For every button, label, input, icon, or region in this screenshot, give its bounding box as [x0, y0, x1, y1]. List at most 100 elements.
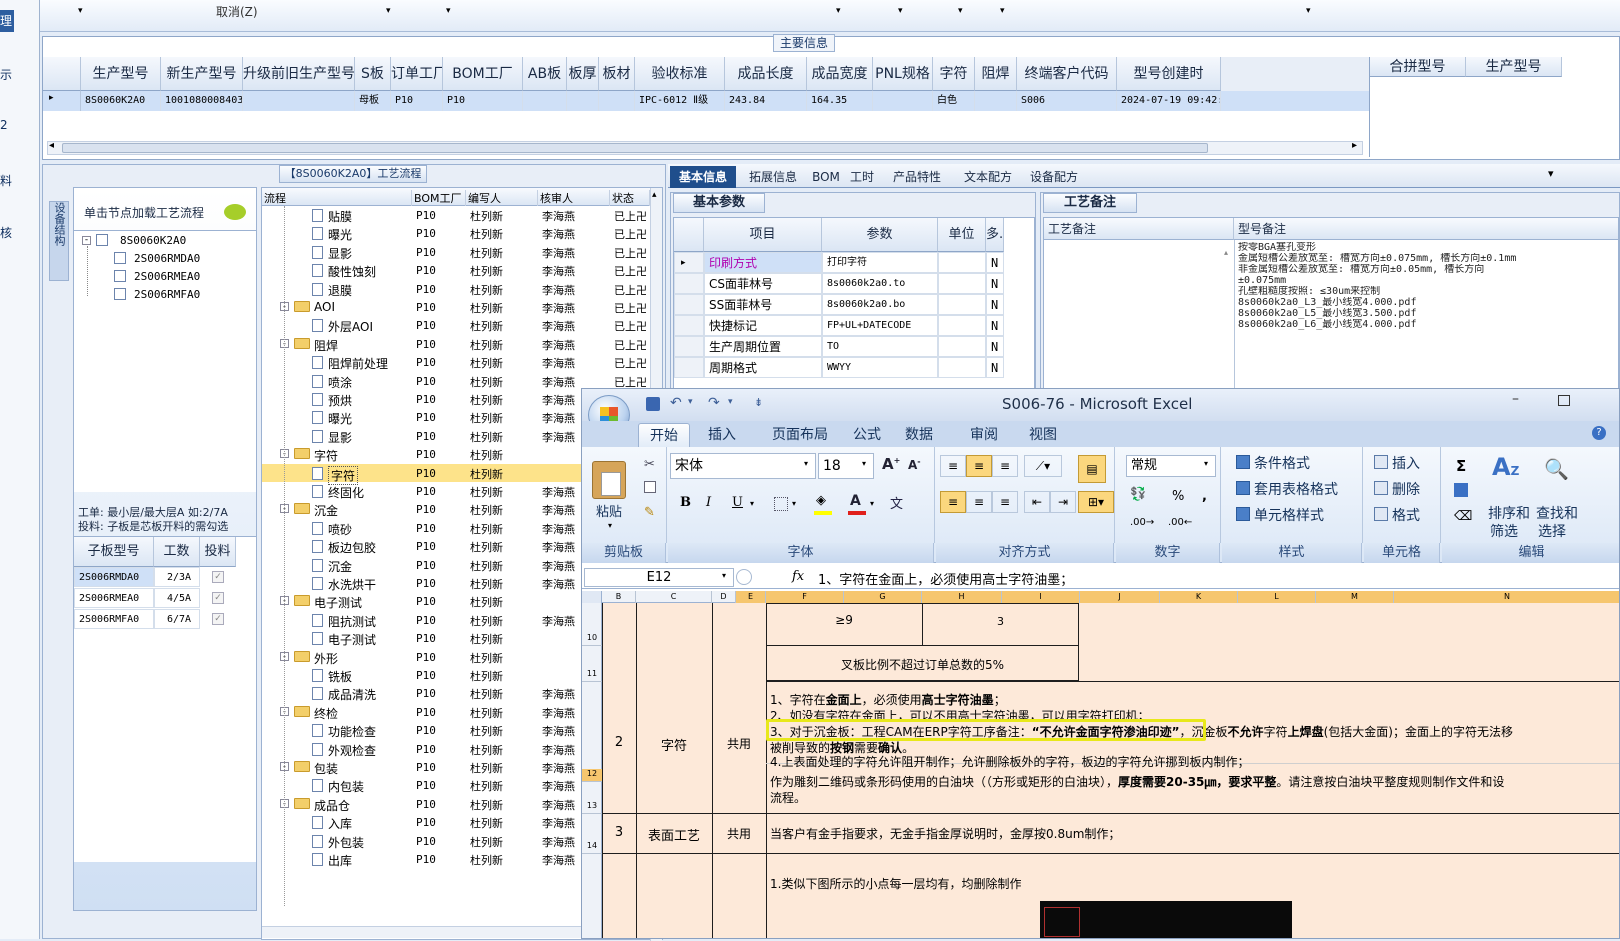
column-header[interactable]: H — [922, 591, 1002, 603]
scrollbar-thumb[interactable] — [62, 143, 1208, 153]
cell-e13-line2[interactable]: 流程。 — [770, 789, 806, 806]
cell-g10[interactable]: 3 — [922, 615, 1079, 628]
align-left-icon[interactable]: ≡ — [940, 491, 966, 513]
tab-detail[interactable]: 设备配方 — [1024, 166, 1084, 188]
tab-overflow-icon[interactable]: ▾ — [1548, 167, 1554, 180]
format-painter-icon[interactable]: ✎ — [644, 505, 655, 520]
horizontal-scrollbar[interactable]: ◂ ▸ — [47, 140, 1363, 155]
tab-detail[interactable]: 产品特性 — [882, 166, 952, 188]
border-icon[interactable] — [774, 497, 788, 511]
basic-params-cell[interactable]: N — [986, 252, 1004, 273]
redo-dropdown-icon[interactable]: ▾ — [728, 397, 733, 407]
flow-node-name[interactable]: 沉金 — [328, 558, 352, 575]
border-dropdown-icon[interactable]: ▾ — [792, 499, 796, 508]
formula-input[interactable]: 1、字符在金面上，必须使用高士字符油墨； — [818, 569, 1073, 588]
dropdown-arrow-icon[interactable]: ▾ — [1306, 6, 1311, 16]
customize-toolbar-icon[interactable]: ⇟ — [754, 396, 763, 409]
style-item[interactable]: 套用表格格式 — [1254, 479, 1338, 499]
flow-node-name[interactable]: 字符 — [314, 447, 338, 464]
align-middle-icon[interactable]: ≡ — [966, 455, 992, 477]
left-nav-item-2[interactable]: 示 — [0, 66, 12, 83]
increase-decimal-icon[interactable]: .00→ — [1130, 517, 1154, 528]
sort-filter-icon[interactable]: AZ — [1492, 453, 1519, 481]
column-header[interactable]: F — [766, 591, 844, 603]
tab-detail[interactable]: 文本配方 — [956, 166, 1020, 188]
column-header[interactable]: D — [712, 591, 736, 603]
align-bottom-icon[interactable]: ≡ — [992, 455, 1018, 477]
find-select-icon[interactable]: 🔍 — [1544, 457, 1569, 481]
cell-item[interactable]: 删除 — [1392, 479, 1420, 499]
find-select-label-2[interactable]: 选择 — [1538, 521, 1566, 541]
basic-params-cell[interactable] — [938, 357, 986, 378]
left-nav-item-4[interactable]: 料 — [0, 172, 12, 189]
main-info-col-header[interactable]: 成品宽度 — [807, 57, 873, 91]
main-info-cell[interactable] — [975, 91, 1017, 111]
row-number[interactable]: 12 — [582, 769, 602, 781]
flow-row[interactable]: 退膜 P10 杜列新 李海燕 已上卍 — [262, 280, 650, 298]
column-header[interactable]: L — [1238, 591, 1316, 603]
tab-detail[interactable]: BOM — [810, 166, 842, 188]
side-tab-structure[interactable]: 设备结构 — [49, 201, 69, 281]
cell-e10[interactable]: ≥9 — [766, 613, 922, 627]
column-header[interactable]: M — [1316, 591, 1394, 603]
orientation-icon[interactable]: ⟋▾ — [1024, 455, 1062, 477]
sub-board-layers[interactable]: 4/5A — [154, 588, 200, 608]
flow-node-name[interactable]: 酸性蚀刻 — [328, 263, 376, 280]
flow-node-name[interactable]: 显影 — [328, 245, 352, 262]
excel-tab[interactable]: 视图 — [1022, 423, 1064, 447]
main-info-cell[interactable] — [567, 91, 599, 111]
number-format-select[interactable]: 常规 — [1126, 455, 1216, 477]
flow-node-name[interactable]: 阻焊前处理 — [328, 355, 388, 372]
main-info-cell[interactable]: 母板 — [355, 91, 391, 111]
main-info-cell[interactable]: 白色 — [933, 91, 975, 111]
dropdown-arrow-icon[interactable]: ▾ — [898, 6, 903, 16]
main-info-cell[interactable]: P10 — [443, 91, 523, 111]
flow-row[interactable]: 外层AOI P10 杜列新 李海燕 已上卍 — [262, 316, 650, 334]
main-info-col-header[interactable]: 终端客户代码 — [1017, 57, 1117, 91]
excel-tab[interactable]: 数据 — [894, 423, 944, 447]
main-info-cell[interactable]: 164.35 — [807, 91, 873, 111]
main-info-cell[interactable]: 10010800084031 — [161, 91, 243, 111]
tab-detail[interactable]: 拓展信息 — [740, 166, 806, 188]
main-info-cell[interactable]: 8S0060K2A0 — [81, 91, 161, 111]
cell-e12-line1[interactable]: 1、字符在金面上，必须使用高士字符油墨； — [770, 691, 1006, 708]
flow-col-header[interactable]: 核审人 — [538, 190, 610, 206]
main-info-col-header[interactable]: 订单工厂 — [391, 57, 443, 91]
scroll-left-icon[interactable]: ◂ — [49, 140, 54, 151]
decrease-decimal-icon[interactable]: .00← — [1168, 517, 1192, 528]
flow-node-name[interactable]: 外形 — [314, 650, 338, 667]
basic-params-cell[interactable]: SS面菲林号 — [704, 294, 822, 315]
left-nav-item-5[interactable]: 核 — [0, 224, 12, 241]
find-select-label-1[interactable]: 查找和 — [1536, 503, 1578, 523]
table-row[interactable]: 8S0060K2A0 10010800084031 母板 P10 P10 IPC-6012… — [43, 91, 1369, 111]
main-info-cell[interactable]: P10 — [391, 91, 443, 111]
left-nav-item-3[interactable]: 2 — [0, 118, 8, 132]
scroll-up-icon[interactable]: ▴ — [652, 190, 657, 200]
flow-node-name[interactable]: 终固化 — [328, 484, 364, 501]
main-info-col-header[interactable]: 成品长度 — [725, 57, 807, 91]
increase-indent-icon[interactable]: ⇥ — [1050, 491, 1076, 513]
cell-e15[interactable]: 1.类似下图所示的小点每一层均有，均删除制作 — [770, 875, 1021, 892]
cell-item[interactable]: 格式 — [1392, 505, 1420, 525]
basic-params-col-header[interactable]: 单位 — [938, 218, 986, 252]
dropdown-arrow-icon[interactable]: ▾ — [78, 6, 83, 16]
collapse-icon[interactable]: - — [82, 236, 91, 245]
italic-icon[interactable]: I — [706, 495, 711, 510]
main-info-col-header[interactable]: 字符 — [933, 57, 975, 91]
basic-params-cell[interactable]: WWYY — [822, 357, 938, 378]
flow-node-name[interactable]: 水洗烘干 — [328, 576, 376, 593]
flow-node-name[interactable]: 包装 — [314, 760, 338, 777]
cell-e11[interactable]: 叉板比例不超过订单总数的5% — [766, 656, 1079, 673]
cell-c12[interactable]: 字符 — [636, 735, 712, 754]
main-info-col-header[interactable]: 阻焊 — [975, 57, 1017, 91]
basic-params-cell[interactable]: N — [986, 294, 1004, 315]
select-all-corner[interactable] — [582, 591, 602, 603]
basic-params-cell[interactable]: 打印字符 — [822, 252, 938, 273]
main-info-col-header[interactable]: 板材 — [599, 57, 635, 91]
main-info-col-header[interactable]: S板 — [355, 57, 391, 91]
dropdown-arrow-icon[interactable]: ▾ — [958, 6, 963, 16]
excel-tab[interactable]: 插入 — [698, 423, 746, 447]
bold-icon[interactable]: B — [680, 495, 691, 510]
main-info-col-header[interactable]: 生产型号 — [81, 57, 161, 91]
basic-params-cell[interactable]: CS面菲林号 — [704, 273, 822, 294]
